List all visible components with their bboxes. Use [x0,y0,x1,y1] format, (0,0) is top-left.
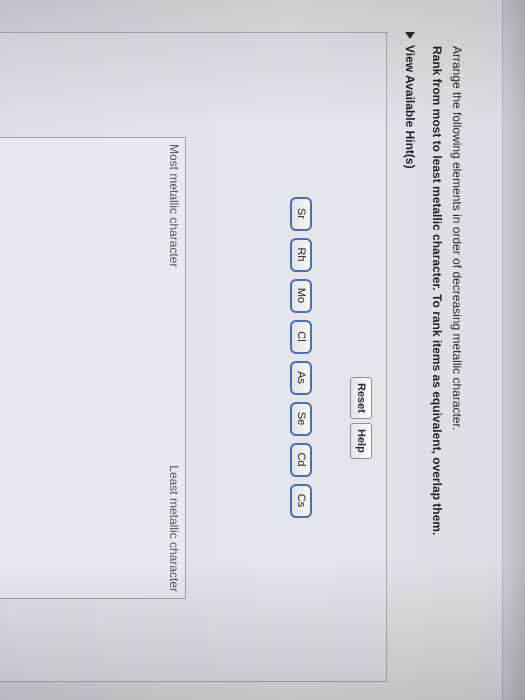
view-hints-toggle[interactable]: View Available Hint(s) [403,32,417,169]
element-tile-cd[interactable]: Cd [290,442,312,477]
ranking-drop-zone[interactable]: Most metallic character Least metallic c… [0,137,186,599]
element-tile-as[interactable]: As [290,360,312,395]
element-tile-rh[interactable]: Rh [290,237,312,272]
element-tiles: Sr Rh Mo Cl As Se Cd Cs [290,33,312,681]
element-tile-cs[interactable]: Cs [290,483,312,518]
element-tile-se[interactable]: Se [290,401,312,436]
instructions: Arrange the following elements in order … [427,46,467,676]
triangle-right-icon [405,32,415,39]
view-hints-label: View Available Hint(s) [403,45,417,169]
element-tile-mo[interactable]: Mo [290,278,312,313]
element-tile-sr[interactable]: Sr [290,196,312,231]
top-strip [502,0,525,700]
reset-button[interactable]: Reset [350,377,372,419]
instruction-text: Arrange the following elements in order … [450,46,464,431]
screen: Arrange the following elements in order … [0,0,525,700]
answer-panel: Reset Help Sr Rh Mo Cl As Se Cd Cs Most … [0,32,387,682]
most-metallic-label: Most metallic character [167,144,181,268]
least-metallic-label: Least metallic character [167,465,181,592]
element-tile-cl[interactable]: Cl [290,319,312,354]
help-button[interactable]: Help [350,423,372,459]
ranking-instruction-text: Rank from most to least metallic charact… [430,46,444,536]
